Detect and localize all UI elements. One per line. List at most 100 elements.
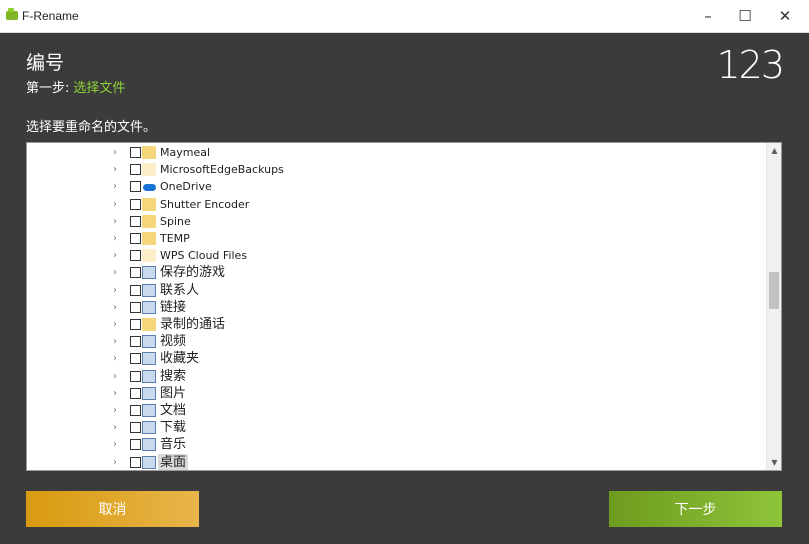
- expand-chevron-icon[interactable]: ›: [113, 402, 123, 419]
- item-checkbox[interactable]: [130, 319, 141, 330]
- expand-chevron-icon[interactable]: ›: [113, 316, 123, 333]
- expand-chevron-icon[interactable]: ›: [113, 230, 123, 247]
- tree-item-label: Spine: [160, 214, 191, 228]
- scroll-thumb[interactable]: [769, 272, 779, 309]
- tree-item[interactable]: › 文档: [27, 402, 767, 419]
- tree-item[interactable]: › 音乐: [27, 436, 767, 453]
- tree-item[interactable]: › 图片: [27, 385, 767, 402]
- numbering-logo: 123: [716, 43, 785, 87]
- expand-chevron-icon[interactable]: ›: [113, 419, 123, 436]
- item-checkbox[interactable]: [130, 198, 141, 210]
- item-checkbox[interactable]: [130, 250, 141, 262]
- tree-item[interactable]: › 下载: [27, 419, 767, 436]
- tree-item[interactable]: › OneDrive: [27, 178, 767, 195]
- tree-item-label: 录制的通话: [160, 317, 226, 332]
- folder-icon: [142, 232, 156, 245]
- tree-item-label: Maymeal: [160, 146, 211, 159]
- item-checkbox[interactable]: [130, 456, 141, 468]
- tree-item-label: TEMP: [160, 232, 190, 245]
- tree-item-label: 下载: [160, 420, 187, 436]
- tree-item[interactable]: › Shutter Encoder: [27, 196, 767, 213]
- item-checkbox[interactable]: [130, 405, 141, 416]
- folder-faint-icon: [142, 163, 156, 177]
- cancel-button[interactable]: 取消: [26, 491, 199, 527]
- tree-item-label: 保存的游戏: [160, 265, 226, 281]
- tree-item-label: MicrosoftEdgeBackups: [160, 163, 284, 177]
- expand-chevron-icon[interactable]: ›: [113, 213, 123, 230]
- tree-item[interactable]: › 收藏夹: [27, 350, 767, 367]
- folder-faint-icon: [142, 249, 156, 263]
- vertical-scrollbar[interactable]: ▲ ▼: [766, 143, 781, 470]
- item-checkbox[interactable]: [130, 284, 141, 296]
- expand-chevron-icon[interactable]: ›: [113, 299, 123, 316]
- item-checkbox[interactable]: [130, 215, 141, 227]
- desktop-icon: [142, 455, 156, 469]
- scroll-down-arrow[interactable]: ▼: [767, 455, 781, 470]
- tree-item[interactable]: › 录制的通话: [27, 316, 767, 333]
- item-checkbox[interactable]: [130, 164, 141, 176]
- expand-chevron-icon[interactable]: ›: [113, 454, 123, 470]
- item-checkbox[interactable]: [130, 370, 141, 382]
- instruction-text: 选择要重命名的文件。: [26, 120, 157, 135]
- folder-icon: [142, 146, 156, 159]
- app-window: F-Rename – ☐ ✕ 编号 第一步: 选择文件 123 选择要重命名的文件…: [0, 0, 809, 544]
- page-title: 编号: [26, 52, 65, 74]
- tree-item[interactable]: › TEMP: [27, 230, 767, 247]
- expand-chevron-icon[interactable]: ›: [113, 161, 123, 178]
- tree-item[interactable]: › 视频: [27, 333, 767, 350]
- item-checkbox[interactable]: [130, 387, 141, 399]
- step-name: 选择文件: [73, 81, 126, 96]
- tree-item[interactable]: › 桌面: [27, 453, 767, 470]
- expand-chevron-icon[interactable]: ›: [113, 144, 123, 161]
- item-checkbox[interactable]: [130, 353, 141, 365]
- expand-chevron-icon[interactable]: ›: [113, 247, 123, 264]
- videos-icon: [142, 335, 156, 349]
- item-checkbox[interactable]: [130, 336, 141, 348]
- item-checkbox[interactable]: [130, 439, 141, 451]
- tree-item-label: 图片: [160, 385, 187, 401]
- onedrive-cloud-icon: [142, 180, 156, 193]
- folder-icon: [142, 214, 156, 228]
- scroll-up-arrow[interactable]: ▲: [767, 143, 781, 158]
- expand-chevron-icon[interactable]: ›: [113, 385, 123, 402]
- item-checkbox[interactable]: [130, 181, 141, 193]
- tree-item-label: WPS Cloud Files: [160, 249, 248, 263]
- tree-item[interactable]: › 保存的游戏: [27, 264, 767, 281]
- item-checkbox[interactable]: [130, 267, 141, 279]
- folder-icon: [142, 197, 156, 211]
- expand-chevron-icon[interactable]: ›: [113, 333, 123, 350]
- saved-games-icon: [142, 266, 156, 280]
- downloads-arrow-icon: [142, 421, 156, 435]
- tree-item[interactable]: › Maymeal: [27, 144, 767, 161]
- expand-chevron-icon[interactable]: ›: [113, 282, 123, 299]
- expand-chevron-icon[interactable]: ›: [113, 178, 123, 195]
- documents-icon: [142, 404, 156, 417]
- tree-item[interactable]: › MicrosoftEdgeBackups: [27, 161, 767, 178]
- item-checkbox[interactable]: [130, 301, 141, 313]
- item-checkbox[interactable]: [130, 422, 141, 434]
- tree-item-label: 搜索: [160, 368, 187, 384]
- tree-item[interactable]: › 链接: [27, 299, 767, 316]
- tree-item-label: OneDrive: [160, 180, 212, 194]
- tree-item[interactable]: › 搜索: [27, 368, 767, 385]
- item-checkbox[interactable]: [130, 233, 141, 244]
- expand-chevron-icon[interactable]: ›: [113, 196, 123, 213]
- close-button[interactable]: ✕: [762, 0, 808, 32]
- tree-item[interactable]: › Spine: [27, 213, 767, 230]
- tree-item[interactable]: › WPS Cloud Files: [27, 247, 767, 264]
- folder-icon: [142, 318, 156, 331]
- file-tree[interactable]: › Maymeal › MicrosoftEdgeBackups › OneDrive › S…: [26, 142, 782, 471]
- expand-chevron-icon[interactable]: ›: [113, 368, 123, 385]
- favorites-star-icon: [142, 352, 156, 366]
- expand-chevron-icon[interactable]: ›: [113, 264, 123, 281]
- expand-chevron-icon[interactable]: ›: [113, 436, 123, 453]
- next-step-button[interactable]: 下一步: [609, 491, 782, 527]
- title-bar: F-Rename – ☐ ✕: [0, 0, 809, 33]
- tree-item-label: Shutter Encoder: [160, 197, 250, 211]
- tree-item-label: 联系人: [160, 282, 200, 298]
- tree-item-label: 文档: [160, 403, 187, 418]
- expand-chevron-icon[interactable]: ›: [113, 350, 123, 367]
- tree-item-label: 链接: [160, 299, 187, 315]
- tree-item[interactable]: › 联系人: [27, 282, 767, 299]
- item-checkbox[interactable]: [130, 147, 141, 158]
